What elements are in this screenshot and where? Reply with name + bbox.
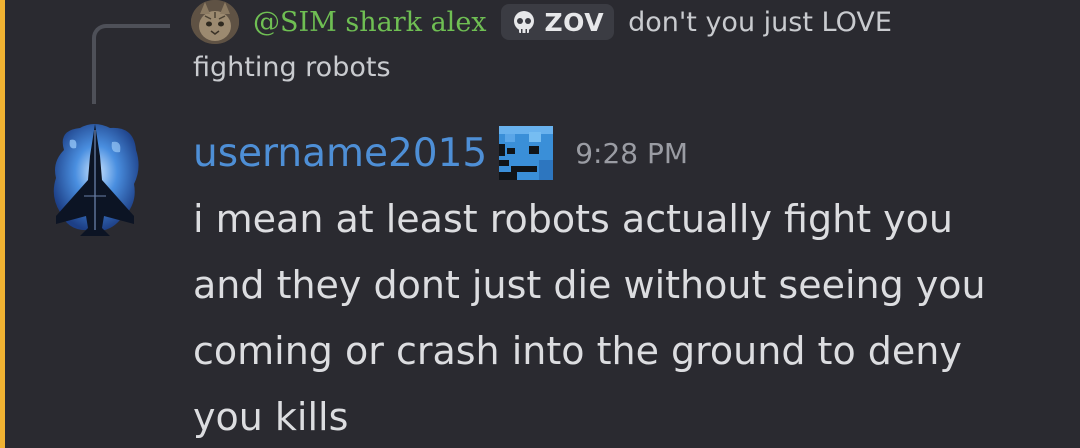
timestamp[interactable]: 9:28 PM <box>575 137 688 170</box>
message-header: username2015 9:28 PM <box>193 124 688 182</box>
mention-highlight-bar <box>0 0 5 448</box>
message-content: i mean at least robots actually fight yo… <box>193 186 1063 448</box>
message-line: and they dont just die without seeing yo… <box>193 263 986 307</box>
reply-text-continued[interactable]: fighting robots <box>193 52 391 83</box>
reply-preview[interactable]: @SIM shark alex ZOV don't you just LOVE <box>253 0 892 44</box>
cat-avatar-icon <box>191 0 239 44</box>
reply-text[interactable]: don't you just LOVE <box>628 7 892 38</box>
skull-icon <box>513 11 534 33</box>
user-avatar[interactable] <box>50 120 140 238</box>
chat-message: @SIM shark alex ZOV don't you just LOVE … <box>0 0 1080 448</box>
reply-author[interactable]: @SIM shark alex <box>253 7 487 38</box>
reply-connector <box>92 24 170 104</box>
jet-avatar-icon <box>53 124 139 236</box>
pixel-face-icon[interactable] <box>499 126 554 180</box>
message-line: coming or crash into the ground to deny <box>193 329 962 373</box>
clan-tag-label: ZOV <box>544 7 605 37</box>
username[interactable]: username2015 <box>193 131 487 176</box>
clan-tag[interactable]: ZOV <box>500 4 615 40</box>
message-line: i mean at least robots actually fight yo… <box>193 197 953 241</box>
reply-avatar[interactable] <box>191 0 239 44</box>
message-line: you kills <box>193 395 349 439</box>
